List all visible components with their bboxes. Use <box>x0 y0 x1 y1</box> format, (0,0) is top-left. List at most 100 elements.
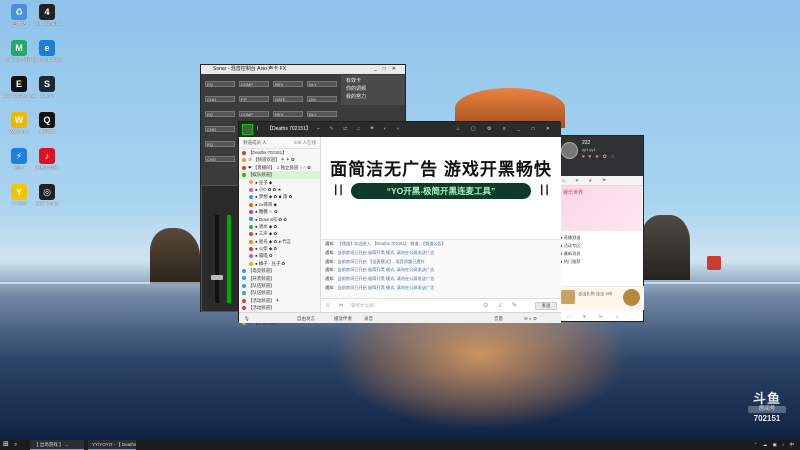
avatar[interactable] <box>561 142 578 159</box>
mixer-fader-track <box>227 215 231 303</box>
mic-icon[interactable]: 🎙 <box>244 313 250 324</box>
channel-tree-item[interactable]: 【活动频道】 <box>239 304 320 311</box>
channel-tree-label: 【队伍频道】 <box>248 283 275 289</box>
profile-tabs[interactable]: ☺ ♥ ★ ⚑ <box>557 176 643 186</box>
fx-slot[interactable]: DLY <box>307 81 337 87</box>
channel-tree-item[interactable]: 【Deaths 702151】 <box>239 149 320 156</box>
desktop-icon-label: 网易云音乐 <box>35 165 59 170</box>
channel-tree-item[interactable]: ● 梦想 ◆ ✿ ◆ 雨 ✿ <box>239 193 320 200</box>
app-icon[interactable] <box>707 256 721 270</box>
channel-tree-item[interactable]: 【队伍频道】 <box>239 289 320 296</box>
channel-tree-item[interactable]: ● 糖糖 ☆ ✿ <box>239 208 320 215</box>
channel-tree-item[interactable]: ● Draw 8号 ✿ ✿ <box>239 216 320 223</box>
list-item[interactable]: ● 直播频道 <box>560 234 642 242</box>
yy-icon: Y <box>11 184 27 200</box>
fx-slot[interactable]: PIT <box>239 96 269 102</box>
accompaniment-button[interactable]: 播放伴奏 <box>334 313 352 324</box>
profile-footer-icons[interactable]: ⌂ ♥ ✉ ≡ <box>557 312 644 322</box>
channel-tree-item[interactable]: 【电竞频道】 <box>239 267 320 274</box>
list-item[interactable]: ● 最新消息 <box>560 250 642 258</box>
chat-message-tag: 通知: <box>325 241 335 246</box>
room-number: 702151 <box>753 414 781 423</box>
mixer-menu-item[interactable]: 你的调频 <box>346 85 400 93</box>
channel-tree-item[interactable]: ● 星光 ◆ ✿ ● 代言 <box>239 238 320 245</box>
fx-slot[interactable]: DLY <box>307 111 337 117</box>
fx-slot[interactable]: EQ <box>205 81 235 87</box>
channel-tree-item[interactable]: ● 火柴 ◆ ✿ <box>239 245 320 252</box>
status-dot-icon <box>242 158 246 163</box>
search-icon[interactable]: ⌕ <box>14 441 22 449</box>
desktop-icon-label: Left 4 Dead 2 <box>33 21 61 26</box>
desktop-icon[interactable]: ♪ 网易云音乐 <box>30 148 64 170</box>
taskbar-item[interactable]: YY/YOYO - 【 Deaths 702151 】 - ... <box>88 440 136 450</box>
desktop-icon[interactable]: e Microsoft Edge <box>30 40 64 62</box>
channel-tree-label: ● 火柴 ◆ ✿ <box>255 246 278 252</box>
profile-panel[interactable]: 222 yy1 yy1 ♥ ♥ ★ ✿ ☆ ☺ ♥ ★ ⚑ 娱乐世界 ● 直播频… <box>556 135 644 322</box>
channel-tree-item[interactable]: ● 清水 ◆ ✿ <box>239 223 320 230</box>
qq-icon: Q <box>39 112 55 128</box>
fx-slot[interactable]: COMP <box>239 81 269 87</box>
gift-bar[interactable]: 送出礼物 连击 x99 <box>557 286 644 310</box>
mixer-window-controls[interactable]: _□✕ <box>374 65 402 74</box>
channel-tree-item[interactable]: ● ox哥哥 ◆ <box>239 201 320 208</box>
fx-slot[interactable]: COMP <box>239 111 269 117</box>
mixer-titlebar[interactable]: Sonar - 混音控制台 Asio 声卡 FX _□✕ <box>201 65 405 74</box>
desktop-icon-label: Microsoft Edge <box>31 57 62 62</box>
fx-slot[interactable]: CHO <box>205 126 235 132</box>
channel-tree-label: ● 豆子 ◆ <box>255 179 273 185</box>
bottom-tools[interactable]: ✉ ◐ ⚙ <box>524 313 537 324</box>
avatar[interactable] <box>242 124 253 135</box>
fx-slot[interactable]: REV <box>273 81 303 87</box>
channel-tree-item[interactable]: 【开黑频道】 <box>239 275 320 282</box>
channel-tree-item[interactable]: ● 喵喵 ✿ <box>239 252 320 259</box>
desktop-icon[interactable]: Q 腾讯QQ <box>30 112 64 134</box>
list-item[interactable]: ● 热门推荐 <box>560 258 642 266</box>
chat-message: 通知: 【频道】欢迎进入 【Deaths 702151】 频道, 【频道公告】 <box>321 240 561 249</box>
channel-tree-item[interactable]: 【活动频道】 ⚘ <box>239 297 320 304</box>
fx-slot[interactable]: GATE <box>273 96 303 102</box>
yy-voice-window[interactable]: Ⅰ 【Deaths 702151】 ⌁ ✎ ⇄ ♫ ⚑ ◐ ◑ ⌂ ▢ ⚙ ≡ … <box>238 121 561 325</box>
channel-tree-item[interactable]: ③ 【频道欢迎】 ⚘ ⚘ ✿ <box>239 156 320 163</box>
status-dot-icon <box>249 180 253 185</box>
start-button[interactable]: ⊞ <box>3 441 11 449</box>
send-button[interactable]: 发送 <box>535 302 557 310</box>
toolbar-icons[interactable]: ⌁ ✎ ⇄ ♫ ⚑ ◐ ◑ <box>317 122 403 137</box>
fx-slot[interactable]: CHO <box>205 156 235 162</box>
chat-input[interactable]: 聊点什么吧... <box>351 299 377 313</box>
chat-message-text: 当前房间已开启 【连麦模式】, 语音质量已提升 <box>337 258 425 264</box>
mixer-fader-handle[interactable] <box>211 275 223 280</box>
mixer-menu-item[interactable]: 有效卡 <box>346 77 400 85</box>
yy-titlebar[interactable]: Ⅰ 【Deaths 702151】 ⌁ ✎ ⇄ ♫ ⚑ ◐ ◑ ⌂ ▢ ⚙ ≡ … <box>239 122 561 137</box>
fx-slot[interactable]: EQ <box>205 111 235 117</box>
channel-tree-item[interactable]: 【娱乐频道】 <box>239 171 320 179</box>
mixer-menu-item[interactable]: 我的努力 <box>346 93 400 101</box>
fx-slot[interactable]: CHO <box>205 96 235 102</box>
desktop-icon[interactable]: 4 Left 4 Dead 2 <box>30 4 64 26</box>
chat-message-text: 当前房间已开启 极简开黑 模式, 请勿在公屏发送广告 <box>337 284 435 290</box>
sound-wave-icon: ┃┃ <box>333 185 344 195</box>
channel-tree-item[interactable]: ❤ 【直播间】 ♫ 独立频道 ♀♂ ✿ <box>239 164 320 171</box>
taskbar-item[interactable]: 【 出场游戏 】 ... <box>30 440 84 450</box>
chat-extra-tools[interactable]: ⊙ ♫ ✎ <box>483 299 521 313</box>
mixer-side-menu[interactable]: 有效卡 你的调频 我的努力 <box>341 75 405 105</box>
status-dot-icon <box>249 217 253 222</box>
promo-banner[interactable]: 娱乐世界 <box>560 186 642 231</box>
channel-tree-item[interactable]: ● 橘子 · 豆子 ✿ <box>239 260 320 267</box>
channel-tree-item[interactable]: ● 三声 ◆ ✿ <box>239 230 320 237</box>
channel-tree-item[interactable]: ● 豆子 ◆ <box>239 179 320 186</box>
volume-button[interactable]: 音量 <box>494 313 503 324</box>
desktop-icon[interactable]: ◎ OBS Studio <box>30 184 64 206</box>
desktop-icon[interactable]: S Steam <box>30 76 64 98</box>
fx-slot[interactable]: REV <box>273 111 303 117</box>
fx-slot[interactable]: EQ <box>205 141 235 147</box>
window-controls[interactable]: ⌂ ▢ ⚙ ≡ _ □ ✕ <box>457 122 555 137</box>
status-dot-icon <box>249 209 253 214</box>
free-speech-mode[interactable]: 自由发言 <box>297 313 315 324</box>
channel-tree-item[interactable]: ● 小C ✿ ✿ ★ <box>239 186 320 193</box>
channel-tree-item[interactable]: 【队伍频道】 <box>239 282 320 289</box>
fx-slot[interactable]: LIM <box>307 96 337 102</box>
system-tray[interactable]: ⌃ ☁ ▣ ♪ 中 <box>754 440 796 450</box>
record-button[interactable]: 录音 <box>364 313 373 324</box>
list-item[interactable]: ● 活动专区 <box>560 242 642 250</box>
emoji-tools[interactable]: ☺ ✂ <box>325 299 347 313</box>
